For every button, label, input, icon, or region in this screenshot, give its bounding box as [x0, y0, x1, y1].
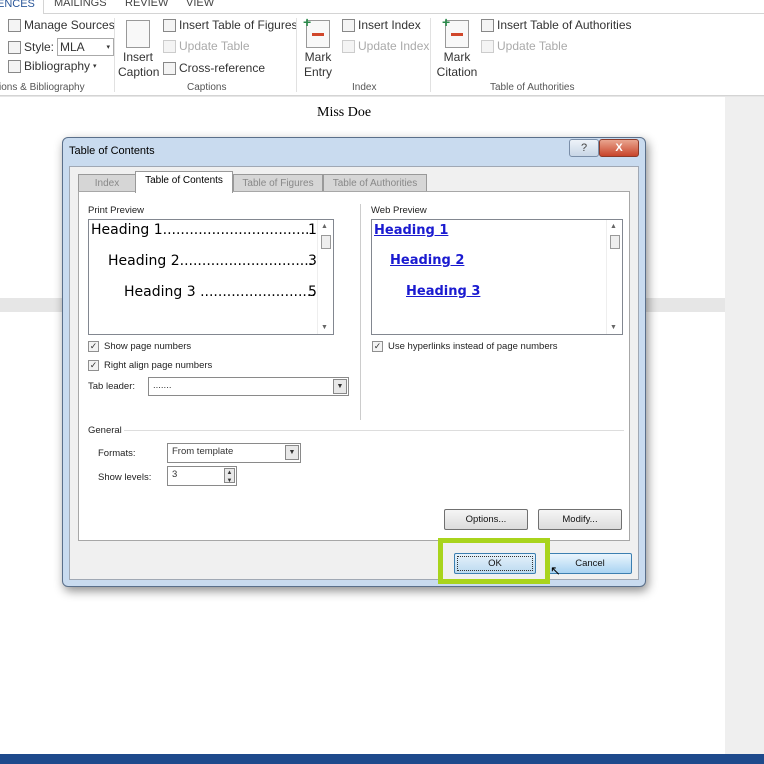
divider [296, 18, 297, 92]
web-preview-link[interactable]: Heading 1 [374, 223, 448, 238]
group-label-toa: Table of Authorities [490, 82, 575, 93]
mark-citation-button[interactable]: + Mark Citation [434, 15, 480, 80]
mark-entry-button[interactable]: + Mark Entry [300, 15, 336, 80]
tab-panel: Print Preview Heading 1.................… [78, 191, 630, 541]
use-hyperlinks-checkbox[interactable]: ✓ [372, 341, 383, 352]
tab-mailings[interactable]: MAILINGS [54, 0, 107, 9]
divider [114, 18, 115, 92]
print-preview-entry: Heading 3 .......................... [124, 284, 316, 300]
print-preview-page: 3 [308, 253, 317, 269]
dialog-title: Table of Contents [69, 145, 155, 157]
bibliography-button[interactable]: Bibliography ▾ [8, 59, 97, 73]
web-preview-link[interactable]: Heading 2 [390, 253, 464, 268]
options-button[interactable]: Options... [444, 509, 528, 530]
update-index-icon [342, 39, 355, 53]
right-align-label: Right align page numbers [104, 360, 213, 371]
document-background [725, 97, 764, 754]
tab-references[interactable]: ENCES [0, 0, 44, 14]
print-preview-page: 1 [308, 222, 317, 238]
close-button[interactable]: X [599, 139, 639, 157]
formats-dropdown[interactable]: From template ▼ [167, 443, 301, 463]
manage-sources-button[interactable]: Manage Sources [8, 18, 115, 32]
tab-table-of-authorities[interactable]: Table of Authorities [323, 174, 427, 192]
tab-table-of-figures[interactable]: Table of Figures [233, 174, 323, 192]
update-toa-button[interactable]: Update Table [481, 39, 568, 53]
mark-citation-icon: + [442, 15, 469, 48]
insert-index-button[interactable]: Insert Index [342, 18, 421, 32]
print-preview-label: Print Preview [88, 205, 144, 216]
general-section-label: General [88, 425, 122, 436]
chevron-down-icon: ▾ [93, 63, 97, 70]
insert-table-of-figures-icon [163, 18, 176, 32]
insert-table-of-figures-button[interactable]: Insert Table of Figures [163, 18, 298, 32]
scrollbar[interactable]: ▲ ▼ [317, 220, 333, 334]
style-control: Style: MLA ▾ [8, 38, 115, 56]
tab-table-of-contents[interactable]: Table of Contents [135, 171, 233, 193]
web-preview-label: Web Preview [371, 205, 427, 216]
tab-leader-label: Tab leader: [88, 381, 136, 392]
formats-label: Formats: [98, 448, 136, 459]
print-preview-entry: Heading 2.............................. [108, 253, 314, 269]
chevron-down-icon: ▾ [106, 44, 111, 51]
web-preview-box: Heading 1 Heading 2 Heading 3 ▲ ▼ [371, 219, 623, 335]
print-preview-box: Heading 1...............................… [88, 219, 334, 335]
tab-view[interactable]: VIEW [186, 0, 214, 9]
spinner-arrows-icon[interactable]: ▲ ▼ [224, 468, 235, 484]
modify-button[interactable]: Modify... [538, 509, 622, 530]
update-table-icon [163, 39, 176, 53]
style-dropdown[interactable]: MLA ▾ [57, 38, 115, 56]
ribbon-tab-bar: ENCES MAILINGS REVIEW VIEW [0, 0, 764, 14]
divider [360, 204, 361, 420]
tab-leader-dropdown[interactable]: ....... ▼ [148, 377, 349, 396]
divider [124, 430, 624, 431]
status-bar [0, 754, 764, 764]
scrollbar[interactable]: ▲ ▼ [606, 220, 622, 334]
show-levels-label: Show levels: [98, 472, 152, 483]
insert-index-icon [342, 18, 355, 32]
help-button[interactable]: ? [569, 139, 599, 157]
update-table-button[interactable]: Update Table [163, 39, 250, 53]
dialog-body: Index Table of Contents Table of Figures… [69, 166, 639, 580]
divider [430, 18, 431, 92]
manage-sources-icon [8, 18, 21, 32]
ok-button-highlight [438, 538, 550, 584]
group-label-index: Index [352, 82, 377, 93]
insert-caption-icon [126, 20, 150, 48]
insert-toa-icon [481, 18, 494, 32]
cross-reference-icon [163, 61, 176, 75]
tab-index[interactable]: Index [78, 174, 136, 192]
use-hyperlinks-label: Use hyperlinks instead of page numbers [388, 341, 558, 352]
mark-entry-icon: + [303, 15, 330, 48]
show-page-numbers-label: Show page numbers [104, 341, 192, 352]
show-page-numbers-checkbox[interactable]: ✓ [88, 341, 99, 352]
document-author-text: Miss Doe [317, 105, 372, 120]
chevron-down-icon: ▼ [285, 445, 299, 460]
right-align-checkbox[interactable]: ✓ [88, 360, 99, 371]
update-index-button[interactable]: Update Index [342, 39, 429, 53]
ribbon: Manage Sources Style: MLA ▾ Bibliography ▾… [0, 14, 764, 96]
table-of-contents-dialog: Table of Contents ? X Index Table of Con… [62, 137, 646, 587]
chevron-down-icon: ▼ [333, 379, 347, 394]
web-preview-link[interactable]: Heading 3 [406, 284, 480, 299]
tab-review[interactable]: REVIEW [125, 0, 168, 9]
insert-table-of-authorities-button[interactable]: Insert Table of Authorities [481, 18, 632, 32]
print-preview-page: 5 [308, 284, 317, 300]
print-preview-entry: Heading 1...............................… [91, 222, 310, 238]
group-label-captions: Captions [187, 82, 227, 93]
bibliography-icon [8, 59, 21, 73]
mouse-cursor-icon: ↖ [550, 563, 561, 578]
group-label-citations: ions & Bibliography [0, 82, 85, 93]
insert-caption-button[interactable]: Insert Caption [118, 20, 159, 80]
show-levels-spinner[interactable]: 3 ▲ ▼ [167, 466, 237, 486]
update-toa-icon [481, 39, 494, 53]
cross-reference-button[interactable]: Cross-reference [163, 61, 265, 75]
style-icon [8, 40, 21, 54]
